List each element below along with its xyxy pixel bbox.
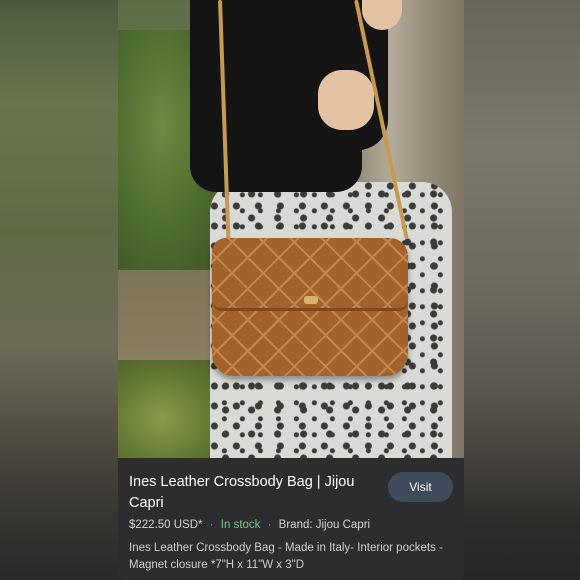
product-title[interactable]: Ines Leather Crossbody Bag | Jijou Capri (129, 472, 379, 514)
product-brand: Brand: Jijou Capri (278, 519, 371, 531)
visit-button[interactable]: Visit (388, 472, 453, 502)
photo-brown-quilted-bag (212, 238, 408, 376)
photo-hand (318, 70, 374, 130)
blurred-background-right (464, 0, 580, 580)
product-info-panel: Ines Leather Crossbody Bag | Jijou Capri… (118, 458, 464, 580)
meta-separator: · (267, 519, 272, 531)
product-meta-line: $222.50 USD* · In stock · Brand: Jijou C… (129, 519, 370, 531)
product-photo[interactable] (118, 0, 464, 458)
blurred-background-left (0, 0, 118, 580)
meta-separator: · (209, 519, 214, 531)
stock-status: In stock (220, 519, 261, 531)
product-price: $222.50 USD* (129, 519, 203, 531)
product-description: Ines Leather Crossbody Bag - Made in Ita… (129, 542, 443, 571)
photo-bag-clasp (304, 296, 318, 304)
